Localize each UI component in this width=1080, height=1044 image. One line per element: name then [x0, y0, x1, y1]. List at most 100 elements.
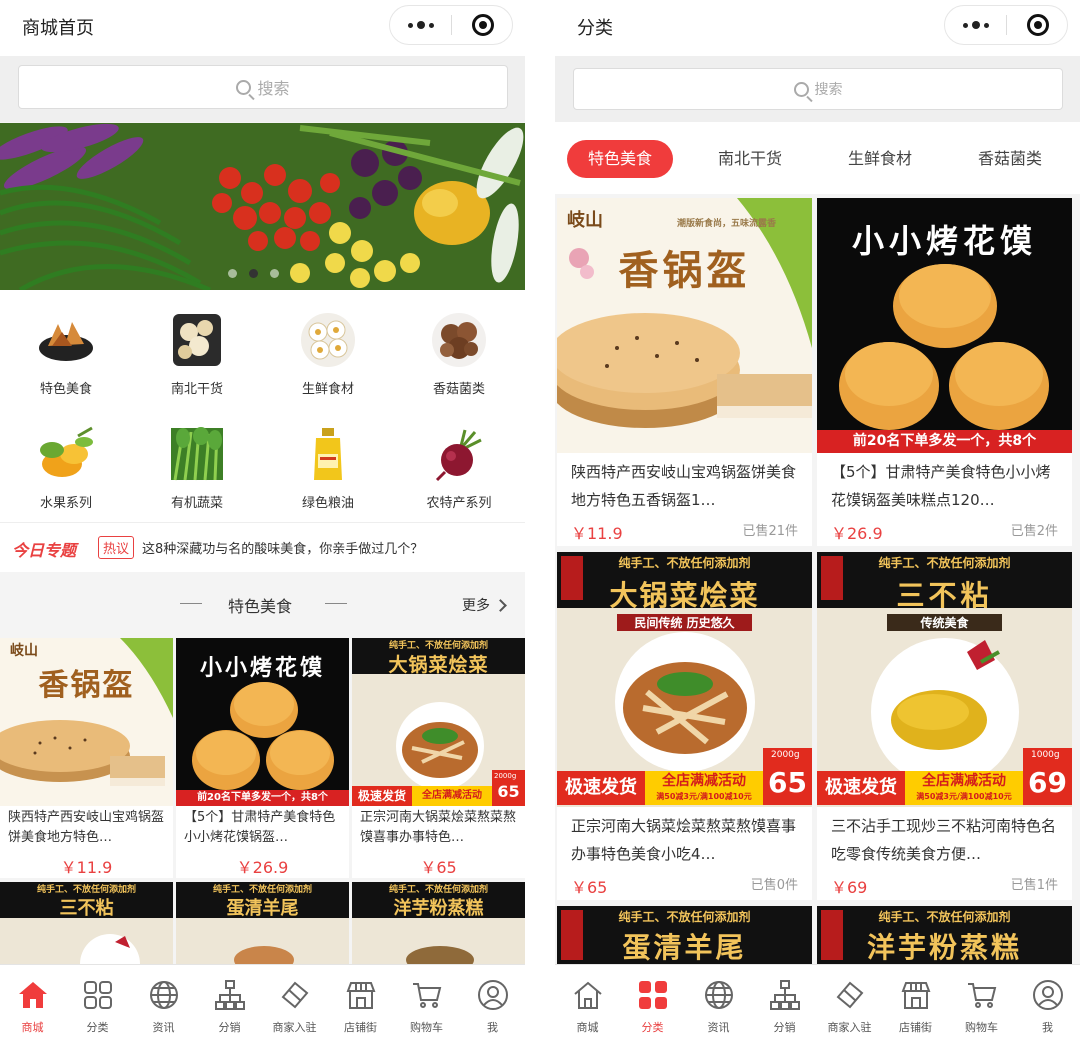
oil-bottle-icon — [300, 426, 356, 482]
category-item-vegetable[interactable]: 有机蔬菜 — [147, 426, 247, 511]
category-label: 特色美食 — [39, 382, 92, 397]
close-miniprogram-icon[interactable] — [472, 14, 494, 36]
product-image: 小小烤花馍 前20名下单多发一个，共8个 — [176, 638, 349, 806]
today-topic-bar[interactable]: 今日专题 热议 这8种深藏功与名的酸味美食，你亲手做过几个？ — [0, 522, 525, 572]
more-link[interactable]: 更多 — [462, 595, 507, 615]
product-card[interactable]: 纯手工、不放任何添加剂 洋芋粉蒸糕 — [352, 882, 525, 964]
bottom-tab-bar: 商城 分类 资讯 分销 商家入驻 店铺街 购物车 我 — [555, 964, 1080, 1044]
category-label: 农特产系列 — [426, 496, 492, 511]
poster-promo-bar: 前20名下单多发一个，共8个 — [817, 430, 1072, 453]
tab-shop-street[interactable]: 店铺街 — [883, 979, 948, 1035]
product-card[interactable]: 纯手工、不放任何添加剂 蛋清羊尾 — [176, 882, 349, 964]
tab-merchant-join[interactable]: 商家入驻 — [262, 979, 327, 1035]
more-menu-icon[interactable] — [945, 6, 1006, 44]
product-name: 正宗河南大锅菜烩菜熬菜熬馍喜事办事特色美食小吃4… — [571, 817, 797, 863]
topic-headline[interactable]: 这8种深藏功与名的酸味美食，你亲手做过几个？ — [142, 538, 423, 557]
tab-cart[interactable]: 购物车 — [949, 979, 1014, 1035]
tab-mall[interactable]: 商城 — [0, 979, 65, 1035]
poster-subtitle: 民间传统 历史悠久 — [617, 614, 752, 631]
product-card[interactable]: 纯手工、不放任何添加剂 大锅菜烩菜 民间传统 历史悠久 极速发货 全店满减活动 … — [557, 552, 812, 900]
product-name: 三不沾手工现炒三不粘河南特色名吃零食传统美食方便… — [831, 817, 1057, 863]
category-item-snacks[interactable]: 特色美食 — [16, 312, 116, 397]
product-card[interactable]: 小小烤花馍 前20名下单多发一个，共8个 【5个】甘肃特产美食特色小小烤花馍锅盔… — [176, 638, 349, 878]
product-price: ￥11.9 — [571, 524, 623, 543]
close-miniprogram-icon[interactable] — [1027, 14, 1049, 36]
category-label: 有机蔬菜 — [170, 496, 223, 511]
product-card[interactable]: 纯手工、不放任何添加剂 洋芋粉蒸糕 — [817, 906, 1072, 964]
product-name: 陕西特产西安岐山宝鸡锅盔饼美食地方特色… — [8, 810, 165, 845]
product-card[interactable]: 纯手工、不放任何添加剂 三不粘 传统美食 极速发货 全店满减活动 满50减3元/… — [817, 552, 1072, 900]
tab-distribution[interactable]: 分销 — [197, 979, 262, 1035]
tab-category[interactable]: 分类 — [65, 979, 130, 1035]
category-screen: 分类 搜索 特色美食 南北干货 生鲜食材 香菇菌类 岐山 潮版新食尚，五味流露香… — [555, 0, 1080, 1044]
poster-title: 大锅菜烩菜 — [388, 654, 489, 676]
home-icon — [572, 979, 604, 1011]
product-card[interactable]: 纯手工、不放任何添加剂 蛋清羊尾 — [557, 906, 812, 964]
poster-subtitle: 岐山 — [10, 643, 38, 659]
search-placeholder: 搜索 — [257, 79, 290, 98]
tab-mall[interactable]: 商城 — [555, 979, 620, 1035]
promo-box: 全店满减活动 满50减3元/满100减10元 — [905, 771, 1023, 805]
tab-shop-street[interactable]: 店铺街 — [328, 979, 393, 1035]
product-card[interactable]: 小小烤花馍 前20名下单多发一个，共8个 【5个】甘肃特产美食特色小小烤花馍锅盔… — [817, 198, 1072, 546]
vegetables-banner-image — [0, 123, 525, 290]
poster-title: 香锅盔 — [618, 248, 751, 294]
category-item-dried-goods[interactable]: 南北干货 — [147, 312, 247, 397]
section-header: 特色美食 更多 — [0, 572, 525, 638]
banner-carousel[interactable] — [0, 123, 525, 290]
search-input[interactable]: 搜索 — [573, 68, 1063, 110]
globe-icon — [703, 979, 735, 1011]
product-name: 陕西特产西安岐山宝鸡锅盔饼美食地方特色五香锅盔1… — [571, 463, 797, 509]
poster-top-line: 纯手工、不放任何添加剂 — [618, 556, 751, 570]
mushroom-icon — [431, 312, 487, 368]
product-image: 纯手工、不放任何添加剂 洋芋粉蒸糕 — [352, 882, 525, 964]
sold-count: 已售21件 — [742, 524, 798, 539]
category-item-specialty[interactable]: 农特产系列 — [409, 426, 509, 511]
tab-merchant-join[interactable]: 商家入驻 — [817, 979, 882, 1035]
search-icon — [236, 79, 252, 95]
tab-mushroom[interactable]: 香菇菌类 — [957, 140, 1063, 178]
miniprogram-capsule — [389, 5, 513, 45]
weight-label: 1000g — [1031, 750, 1060, 760]
product-card[interactable]: 岐山 潮版新食尚，五味流露香 香锅盔 陕西特产西安岐山宝鸡锅盔饼美食地方特色五香… — [557, 198, 812, 546]
poster-title: 三不粘 — [59, 898, 114, 919]
bottom-tab-bar: 商城 分类 资讯 分销 商家入驻 店铺街 购物车 我 — [0, 964, 525, 1044]
more-menu-icon[interactable] — [390, 6, 451, 44]
product-image: 纯手工、不放任何添加剂 三不粘 — [0, 882, 173, 964]
tab-category[interactable]: 分类 — [620, 979, 685, 1035]
search-input[interactable]: 搜索 — [18, 65, 508, 109]
today-topic-logo: 今日专题 — [12, 541, 77, 560]
tab-cart[interactable]: 购物车 — [394, 979, 459, 1035]
globe-icon — [148, 979, 180, 1011]
product-card[interactable]: 纯手工、不放任何添加剂 三不粘 — [0, 882, 173, 964]
product-price: ￥26.9 — [831, 524, 883, 543]
tab-me[interactable]: 我 — [1015, 979, 1080, 1035]
tab-fresh-food[interactable]: 生鲜食材 — [827, 140, 933, 178]
category-item-fruit[interactable]: 水果系列 — [16, 426, 116, 511]
vegetable-icon — [169, 426, 225, 482]
category-item-fresh-food[interactable]: 生鲜食材 — [278, 312, 378, 397]
tab-dried-goods[interactable]: 南北干货 — [697, 140, 803, 178]
poster-title: 大锅菜烩菜 — [609, 579, 760, 612]
product-price: ￥65 — [571, 878, 608, 897]
navigation-bar: 分类 — [555, 0, 1080, 56]
tab-snacks[interactable]: 特色美食 — [567, 140, 673, 178]
product-image: 纯手工、不放任何添加剂 蛋清羊尾 — [176, 882, 349, 964]
search-icon — [793, 81, 809, 97]
product-card[interactable]: 纯手工、不放任何添加剂 大锅菜烩菜 极速发货 全店满减活动 65 2000g 正… — [352, 638, 525, 878]
poster-title: 洋芋粉蒸糕 — [866, 931, 1022, 964]
cart-icon — [411, 979, 443, 1011]
tab-distribution[interactable]: 分销 — [752, 979, 817, 1035]
category-item-mushroom[interactable]: 香菇菌类 — [409, 312, 509, 397]
product-card[interactable]: 岐山 香锅盔 陕西特产西安岐山宝鸡锅盔饼美食地方特色… ￥11.9 — [0, 638, 173, 878]
promo-box: 全店满减活动 满50减3元/满100减10元 — [645, 771, 763, 805]
search-placeholder: 搜索 — [814, 82, 843, 98]
ticket-icon — [834, 979, 866, 1011]
fruit-icon — [38, 426, 94, 482]
poster-title: 洋芋粉蒸糕 — [393, 898, 484, 919]
tab-news[interactable]: 资讯 — [686, 979, 751, 1035]
product-price: ￥26.9 — [236, 858, 289, 877]
tab-news[interactable]: 资讯 — [131, 979, 196, 1035]
tab-me[interactable]: 我 — [460, 979, 525, 1035]
category-item-oil[interactable]: 绿色粮油 — [278, 426, 378, 511]
